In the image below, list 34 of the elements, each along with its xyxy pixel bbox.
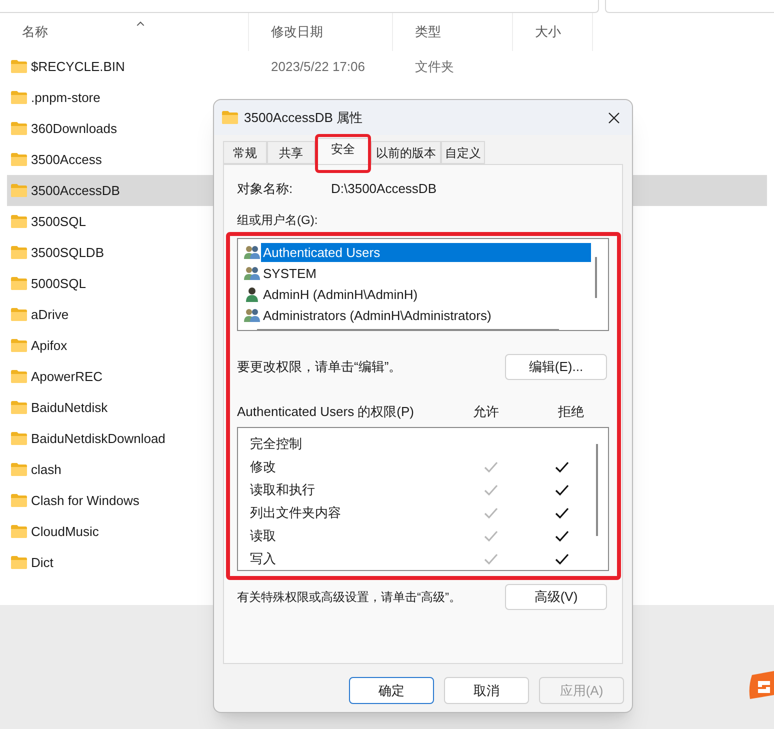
file-name: ApowerREC — [31, 368, 103, 386]
permission-name: 列出文件夹内容 — [250, 504, 342, 522]
window-title: 3500AccessDB 属性 — [244, 108, 362, 127]
object-name-value: D:\3500AccessDB — [331, 180, 436, 198]
file-type: 文件夹 — [414, 58, 454, 76]
permission-name: 写入 — [250, 550, 277, 568]
permissions-label: Authenticated Users 的权限(P) — [237, 402, 416, 421]
group-list-label: 组或用户名(G): — [237, 212, 319, 228]
advanced-hint: 有关特殊权限或高级设置，请单击“高级”。 — [237, 589, 461, 606]
permission-name: 读取和执行 — [250, 480, 316, 499]
permission-name: 完全控制 — [250, 434, 303, 453]
file-name: clash — [31, 460, 62, 479]
file-name: 5000SQL — [31, 274, 86, 293]
file-name: Dict — [31, 554, 54, 572]
file-name: Apifox — [31, 336, 68, 355]
object-name-label: 对象名称: — [237, 180, 294, 198]
file-name: BaiduNetdisk — [31, 398, 108, 417]
file-name: Clash for Windows — [31, 492, 140, 510]
permission-name: 读取 — [250, 526, 277, 545]
file-date: 2023/5/22 17:06 — [270, 58, 366, 76]
deny-header: 拒绝 — [558, 402, 584, 420]
file-name: BaiduNetdiskDownload — [31, 430, 166, 448]
file-name: .pnpm-store — [31, 88, 100, 107]
file-name: 3500SQLDB — [31, 244, 104, 262]
file-name: 360Downloads — [31, 120, 118, 138]
file-name: CloudMusic — [31, 522, 99, 541]
edit-hint: 要更改权限，请单击“编辑”。 — [237, 358, 402, 376]
permission-name: 修改 — [250, 458, 277, 476]
file-name: aDrive — [31, 306, 69, 324]
file-name: 3500Access — [31, 150, 102, 169]
allow-header: 允许 — [473, 402, 500, 420]
file-name: 3500SQL — [31, 212, 86, 231]
file-name: $RECYCLE.BIN — [31, 58, 125, 76]
file-name: 3500AccessDB — [31, 182, 120, 200]
